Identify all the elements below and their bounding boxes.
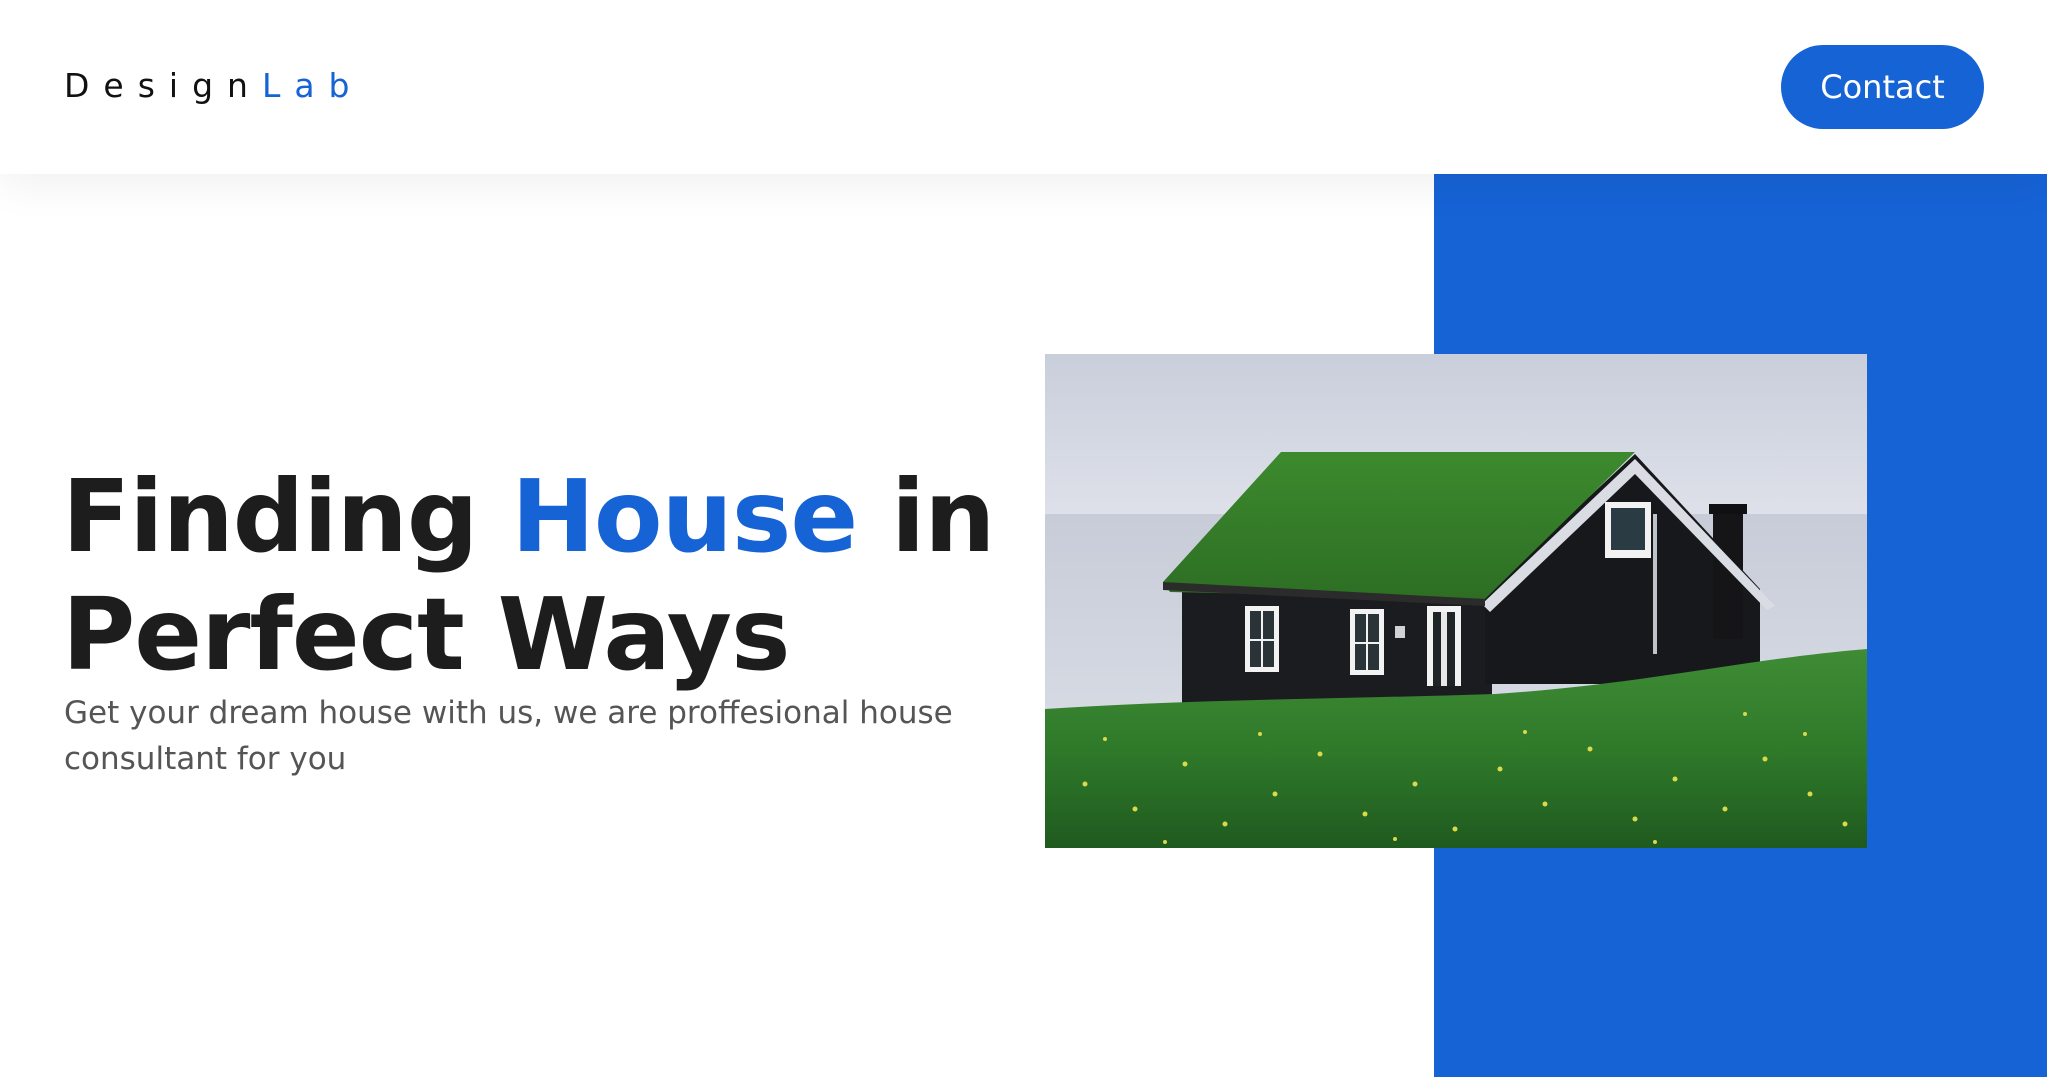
hero-subtitle: Get your dream house with us, we are pro… xyxy=(64,695,953,777)
logo-text-design: Design xyxy=(64,66,262,105)
hero-title-part1: Finding xyxy=(62,458,512,575)
hero-title-part2: in xyxy=(857,458,995,575)
logo[interactable]: DesignLab xyxy=(64,66,364,105)
logo-text-lab: Lab xyxy=(261,66,364,105)
hero-house-image xyxy=(1045,354,1867,848)
landing-page: DesignLab Contact Finding House in Perfec… xyxy=(0,0,2047,1077)
site-header: DesignLab Contact xyxy=(0,0,2047,174)
hero-title: Finding House in Perfect Ways xyxy=(62,458,995,694)
hero-title-accent: House xyxy=(511,458,858,575)
hero-title-line2: Perfect Ways xyxy=(62,576,791,693)
contact-button[interactable]: Contact xyxy=(1781,45,1984,129)
